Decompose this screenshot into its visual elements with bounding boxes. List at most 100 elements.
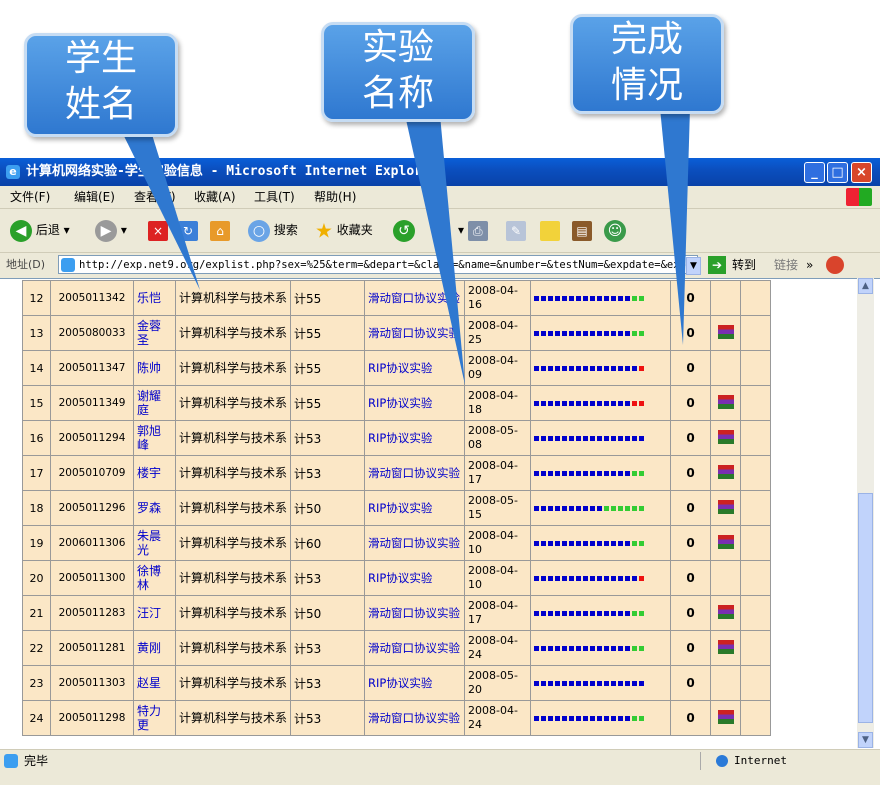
progress-segment [604,505,609,511]
progress-segment [583,645,588,651]
report-cell[interactable] [710,525,741,561]
progress-segment [541,540,546,546]
report-book-icon[interactable] [717,604,734,619]
progress-segment [576,680,581,686]
experiment-date: 2008-04-24 [464,700,531,736]
score: 0 [670,595,711,631]
class: 计53 [290,630,365,666]
report-book-icon[interactable] [717,639,734,654]
progress-segment [569,715,574,721]
report-cell[interactable] [710,700,741,736]
experiment-date: 2008-05-20 [464,665,531,701]
progress-segment [583,540,588,546]
experiment-name-link[interactable]: 滑动窗口协议实验 [364,525,465,561]
student-id: 2005011303 [50,665,134,701]
progress-segment [562,575,567,581]
report-book-icon[interactable] [717,499,734,514]
progress-segment [555,645,560,651]
student-id: 2006011306 [50,525,134,561]
experiment-name-link[interactable]: 滑动窗口协议实验 [364,630,465,666]
empty-cell [740,525,771,561]
row-number: 20 [22,560,51,596]
report-book-icon[interactable] [717,534,734,549]
progress-segment [639,680,644,686]
student-name-link[interactable]: 赵星 [133,665,176,701]
progress-segment [590,645,595,651]
progress-segment [632,715,637,721]
progress-segment [597,575,602,581]
progress-segment [604,540,609,546]
progress-segment [562,505,567,511]
progress-segment [562,680,567,686]
progress-segment [590,680,595,686]
progress-segment [583,610,588,616]
student-id: 2005011300 [50,560,134,596]
callout-experiment-name: 实验 名称 [321,22,475,122]
callout-student-name: 学生 姓名 [24,33,178,137]
table-row: 20 2005011300 徐博林 计算机科学与技术系 计53 RIP协议实验 2008-0… [22,560,771,596]
progress-segment [548,715,553,721]
progress-segment [611,575,616,581]
experiment-name-link[interactable]: RIP协议实验 [364,665,465,701]
report-cell[interactable] [710,630,741,666]
progress-segment [569,610,574,616]
progress-segment [618,540,623,546]
experiment-name-link[interactable]: 滑动窗口协议实验 [364,595,465,631]
score: 0 [670,525,711,561]
score: 0 [670,630,711,666]
progress-segment [611,540,616,546]
experiment-date: 2008-04-10 [464,525,531,561]
report-book-icon[interactable] [717,709,734,724]
progress-segment [632,645,637,651]
experiment-name-link[interactable]: RIP协议实验 [364,560,465,596]
progress-segment [555,715,560,721]
table-row: 21 2005011283 汪汀 计算机科学与技术系 计50 滑动窗口协议实验 2008-0… [22,595,771,631]
progress-segment [569,645,574,651]
student-name-link[interactable]: 徐博林 [133,560,176,596]
scroll-thumb[interactable] [858,493,873,723]
progress-segment [576,715,581,721]
progress-segment [604,575,609,581]
department: 计算机科学与技术系 [175,595,291,631]
progress-segment [555,575,560,581]
progress-segment [618,575,623,581]
student-name-link[interactable]: 黄刚 [133,630,176,666]
class: 计53 [290,700,365,736]
progress-segment [611,505,616,511]
table-row: 19 2006011306 朱晨光 计算机科学与技术系 计60 滑动窗口协议实验 2008-… [22,525,771,561]
progress-cell [530,665,671,701]
progress-segment [618,610,623,616]
experiment-date: 2008-04-17 [464,595,531,631]
progress-segment [534,680,539,686]
callout-pointer-name [120,128,200,290]
progress-cell [530,560,671,596]
progress-segment [562,610,567,616]
progress-segment [576,645,581,651]
progress-segment [548,540,553,546]
progress-segment [534,645,539,651]
progress-segment [611,715,616,721]
progress-segment [548,680,553,686]
progress-segment [583,575,588,581]
scroll-down-button[interactable]: ▼ [858,732,873,748]
status-page-icon [4,754,18,768]
empty-cell [740,595,771,631]
progress-segment [576,575,581,581]
student-name-link[interactable]: 汪汀 [133,595,176,631]
experiment-name-link[interactable]: 滑动窗口协议实验 [364,700,465,736]
progress-segment [625,540,630,546]
progress-segment [562,715,567,721]
progress-segment [555,540,560,546]
progress-bar [534,540,667,546]
progress-segment [534,505,539,511]
progress-segment [611,645,616,651]
student-name-link[interactable]: 朱晨光 [133,525,176,561]
experiment-date: 2008-04-24 [464,630,531,666]
report-cell[interactable] [710,595,741,631]
progress-segment [590,575,595,581]
student-id: 2005011283 [50,595,134,631]
empty-cell [740,700,771,736]
student-name-link[interactable]: 特力更 [133,700,176,736]
progress-cell [530,630,671,666]
progress-bar [534,610,667,616]
